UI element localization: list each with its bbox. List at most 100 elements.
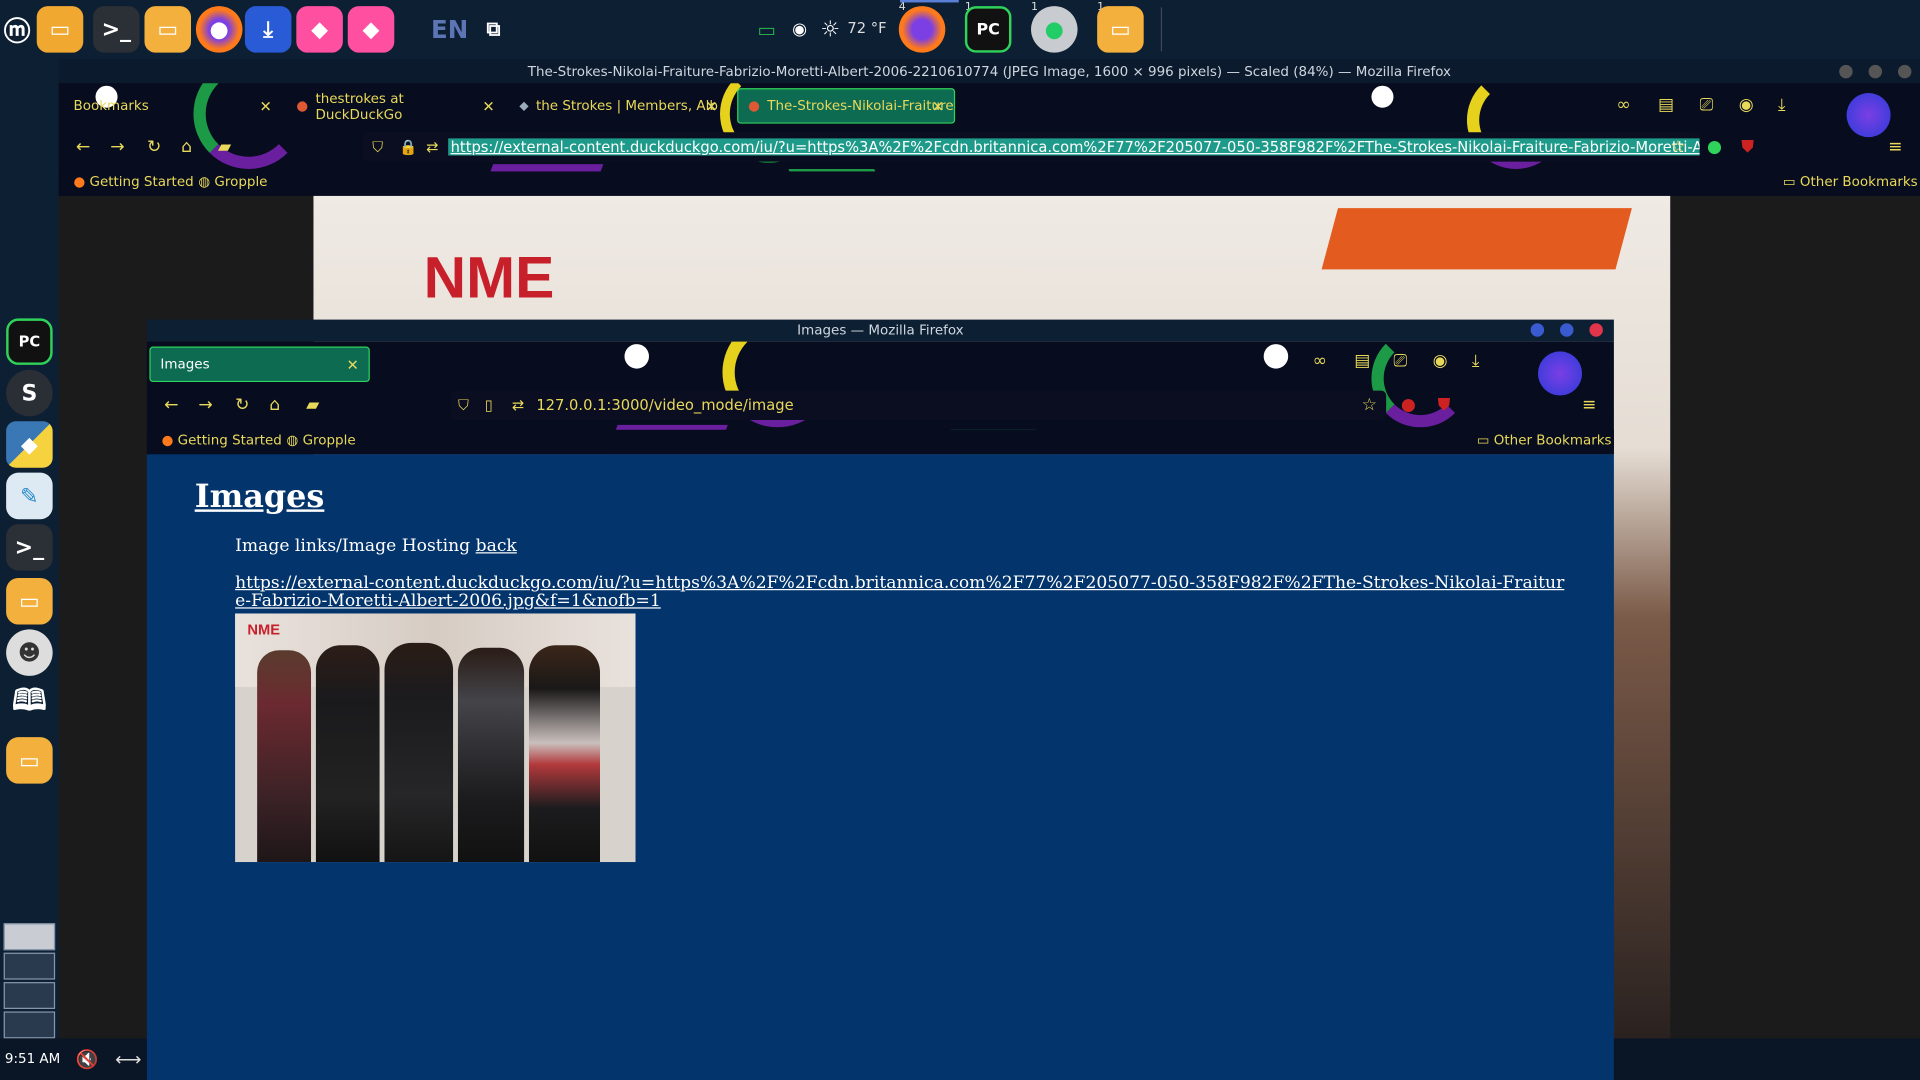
close-button[interactable] <box>1589 323 1603 337</box>
software-manager-icon[interactable]: ⤓ <box>244 6 292 53</box>
pycharm-task-icon[interactable]: PC <box>964 6 1012 53</box>
keyboard-layout[interactable]: EN <box>431 15 468 44</box>
window-switcher-icon[interactable]: ⧉ <box>470 6 517 53</box>
bookmark-label: Other Bookmarks <box>1799 173 1918 190</box>
firefox-icon[interactable]: ● <box>195 6 243 53</box>
reload-icon[interactable]: ↻ <box>235 396 249 416</box>
tab-label: The-Strokes-Nikolai-Fraiture <box>767 97 954 114</box>
disk-task-icon[interactable]: ● <box>1031 6 1078 53</box>
minimize-button[interactable] <box>1839 64 1853 79</box>
other-bookmarks[interactable]: ▭ Other Bookmarks <box>1477 432 1612 448</box>
folder-dock-icon-2[interactable]: ▭ <box>6 737 53 784</box>
pycharm-icon[interactable]: PC <box>6 318 53 365</box>
minimize-button[interactable] <box>1530 323 1545 337</box>
files-task-icon[interactable]: ▭ <box>1097 6 1144 53</box>
band-photo-thumbnail[interactable]: NME <box>235 613 636 863</box>
workspace-3[interactable] <box>3 982 56 1009</box>
inner-url-text: 127.0.0.1:3000/video_mode/image <box>536 396 794 414</box>
app3-badge: 1 <box>1031 1 1039 14</box>
outer-url-bar[interactable]: ⛉ 🔒 ⇄ https://external-content.duckduckg… <box>362 132 1700 162</box>
menu-icon[interactable]: ≡ <box>1888 137 1902 157</box>
forward-icon[interactable]: → <box>198 396 212 416</box>
tabs-overflow-icon[interactable]: ∞ <box>1616 96 1630 116</box>
addon-icon[interactable]: ● <box>1707 137 1722 157</box>
close-tab-icon[interactable]: ✕ <box>346 356 358 373</box>
close-tab-icon[interactable]: ✕ <box>260 97 272 114</box>
folder-icon[interactable]: ▭ <box>144 6 192 53</box>
inner-url-bar[interactable]: ⛉ ▯ ⇄ 127.0.0.1:3000/video_mode/image <box>450 390 1387 421</box>
workspace-1[interactable] <box>3 923 56 951</box>
menu-icon[interactable]: ≡ <box>1582 396 1596 416</box>
sunglasses-icon[interactable]: ☻ <box>6 629 53 676</box>
mute-icon[interactable]: 🔇 <box>76 1048 99 1070</box>
screenshot-icon[interactable]: ◉ <box>784 6 816 53</box>
monitor-icon[interactable]: ▭ <box>749 6 783 53</box>
account-icon[interactable]: ◉ <box>1433 351 1448 371</box>
folder-icon: ▭ <box>1476 432 1490 449</box>
clock[interactable]: 9:51 AM <box>5 1051 60 1067</box>
bookmark-gropple[interactable]: ◍ Gropple <box>198 174 267 190</box>
close-button[interactable] <box>1897 64 1912 79</box>
maximize-button[interactable] <box>1868 64 1883 79</box>
bookmark-getting-started[interactable]: ● Getting Started <box>162 432 282 448</box>
home-icon[interactable]: ⌂ <box>181 137 192 157</box>
firefox-task-icon[interactable] <box>898 6 946 53</box>
weather-icon[interactable]: ☼ <box>813 6 847 53</box>
other-bookmarks[interactable]: ▭ Other Bookmarks <box>1783 174 1918 190</box>
tab-strokes-members[interactable]: ⬥ the Strokes | Members, Alb ✕ <box>509 88 727 124</box>
bookmark-getting-started[interactable]: ● Getting Started <box>73 174 193 190</box>
ublock-icon[interactable]: ⛊ <box>1741 137 1754 157</box>
outer-window-title: The-Strokes-Nikolai-Fraiture-Fabrizio-Mo… <box>527 63 1452 80</box>
store-icon-2[interactable]: ◆ <box>347 6 395 53</box>
tab-images[interactable]: Images ✕ <box>149 346 370 383</box>
reload-icon[interactable]: ↻ <box>147 137 161 157</box>
ublock-icon[interactable]: ⛊ <box>1438 396 1451 416</box>
tab-strokes-image[interactable]: ● The-Strokes-Nikolai-Fraiture ✕ <box>737 88 956 124</box>
extension-icon[interactable]: ▰ <box>218 137 231 157</box>
back-icon[interactable]: ← <box>164 396 178 416</box>
addon-icon[interactable]: ● <box>1401 396 1416 416</box>
tab-bookmarks[interactable]: Bookmarks ✕ <box>64 88 282 124</box>
sidebar-icon[interactable]: ▤ <box>1354 351 1370 371</box>
image-link[interactable]: https://external-content.duckduckgo.com/… <box>235 574 1570 611</box>
download-icon[interactable]: ⤓ <box>1472 351 1480 371</box>
active-task-indicator <box>900 0 959 3</box>
page-title[interactable]: Images <box>195 479 325 516</box>
terminal-dock-icon[interactable]: >_ <box>6 524 53 571</box>
forward-icon[interactable]: → <box>110 137 124 157</box>
python-icon[interactable]: ◆ <box>6 421 53 468</box>
files-icon[interactable]: ▭ <box>36 6 84 53</box>
home-icon[interactable]: ⌂ <box>269 396 280 416</box>
feather-icon[interactable]: ✎ <box>6 472 53 520</box>
cast-icon[interactable]: ⎚ <box>1700 96 1714 116</box>
close-tab-icon[interactable]: ✕ <box>705 97 717 114</box>
tabs-overflow-icon[interactable]: ∞ <box>1313 351 1327 371</box>
bookmark-gropple[interactable]: ◍ Gropple <box>287 432 356 448</box>
workspace-2[interactable] <box>3 952 56 980</box>
close-tab-icon[interactable]: ✕ <box>932 97 944 114</box>
close-tab-icon[interactable]: ✕ <box>482 97 494 114</box>
lock-icon: 🔒 <box>399 138 418 156</box>
extension-icon[interactable]: ▰ <box>306 396 319 416</box>
folder-dock-icon[interactable]: ▭ <box>6 577 53 625</box>
store-icon[interactable]: ◆ <box>296 6 343 53</box>
maximize-button[interactable] <box>1560 323 1574 337</box>
bookmark-label: Getting Started <box>177 432 282 449</box>
download-icon[interactable]: ⤓ <box>1778 96 1786 116</box>
mint-menu-icon[interactable]: ⓜ <box>0 6 34 53</box>
theme-decor <box>624 344 649 369</box>
cast-icon[interactable]: ⎚ <box>1393 351 1407 371</box>
permissions-icon: ⇄ <box>511 396 525 414</box>
s-app-icon[interactable]: S <box>6 369 53 417</box>
account-icon[interactable]: ◉ <box>1739 96 1754 116</box>
book-icon[interactable]: 🕮 <box>6 681 53 728</box>
terminal-icon[interactable]: >_ <box>93 6 140 53</box>
workspace-4[interactable] <box>3 1011 56 1039</box>
back-link[interactable]: back <box>476 536 517 556</box>
tab-duckduckgo[interactable]: ● thestrokes at DuckDuckGo ✕ <box>287 88 505 124</box>
bookmark-star-icon[interactable]: ☆ <box>1670 137 1685 157</box>
sidebar-icon[interactable]: ▤ <box>1658 96 1674 116</box>
bookmark-star-icon[interactable]: ☆ <box>1362 396 1377 416</box>
back-icon[interactable]: ← <box>76 137 90 157</box>
network-icon[interactable]: ⟷ <box>115 1048 141 1070</box>
